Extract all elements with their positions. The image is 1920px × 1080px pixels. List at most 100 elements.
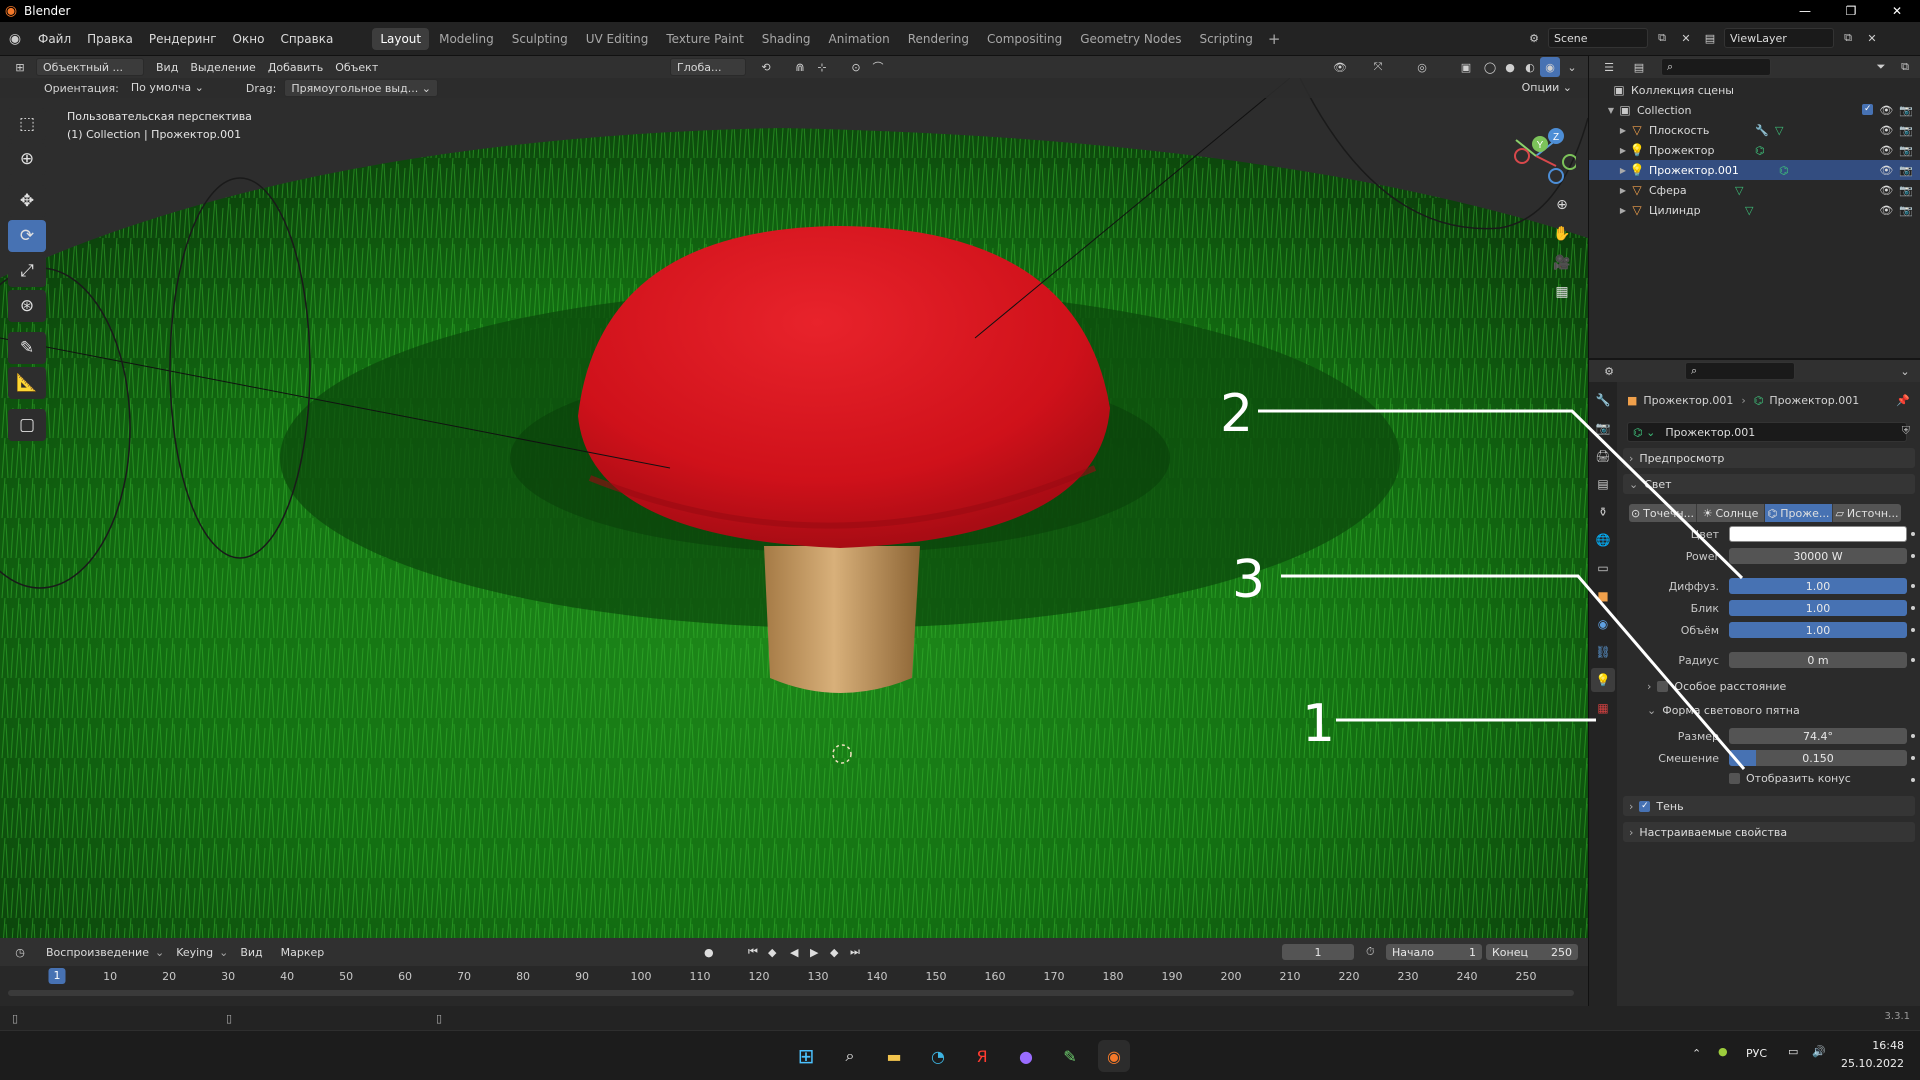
render-camera-icon[interactable]: 📷 [1899, 124, 1913, 137]
outliner-search[interactable]: ⌕ [1661, 58, 1771, 76]
annotate-icon[interactable]: ✎ [8, 332, 46, 364]
display-mode-icon[interactable]: ▤ [1629, 57, 1649, 77]
visibility-eye-icon[interactable]: 👁 [1879, 144, 1893, 157]
close-button[interactable]: ✕ [1874, 0, 1920, 22]
timeline-scrollbar[interactable] [8, 990, 1574, 996]
diffuse-slider[interactable]: 1.00 [1729, 578, 1907, 594]
gizmo-toggle-icon[interactable]: ⤧ [1368, 57, 1388, 77]
filter-icon[interactable]: ⏷ [1871, 57, 1891, 77]
outliner-item-selected[interactable]: ▶ 💡 Прожектор.001 ⌬ 👁 📷 [1589, 160, 1920, 180]
radius-field[interactable]: 0 m [1729, 652, 1907, 668]
camera-view-icon[interactable]: 🎥 [1551, 252, 1573, 274]
scene-tab-icon[interactable]: ⚱ [1591, 500, 1615, 524]
proportional-edit-icon[interactable]: ⊙ [846, 57, 866, 77]
expand-arrow-icon[interactable]: ▼ [1605, 106, 1617, 115]
shading-solid-icon[interactable]: ● [1500, 57, 1520, 77]
zoom-icon[interactable]: ⊕ [1551, 194, 1573, 216]
overlay-toggle-icon[interactable]: ◎ [1412, 57, 1432, 77]
keyframe-dot-icon[interactable] [1911, 532, 1915, 536]
visibility-eye-icon[interactable]: 👁 [1879, 124, 1893, 137]
cursor-icon[interactable]: ⊕ [8, 143, 46, 175]
yandex-browser-icon[interactable]: Я [966, 1040, 998, 1072]
menu-playback[interactable]: Воспроизведение [40, 946, 155, 959]
panel-shadow[interactable]: › ✓ Тень [1623, 796, 1915, 816]
play-reverse-icon[interactable]: ◀ [790, 946, 798, 959]
delete-scene-icon[interactable]: ✕ [1676, 28, 1696, 48]
delete-view-layer-icon[interactable]: ✕ [1862, 28, 1882, 48]
collection-tab-icon[interactable]: ▭ [1591, 556, 1615, 580]
render-camera-icon[interactable]: 📷 [1899, 104, 1913, 117]
new-scene-icon[interactable]: ⧉ [1652, 28, 1672, 48]
minimize-button[interactable]: — [1782, 0, 1828, 22]
keyframe-dot-icon[interactable] [1911, 628, 1915, 632]
blender-taskbar-icon[interactable]: ◉ [1098, 1040, 1130, 1072]
view-layer-selector[interactable]: ViewLayer [1724, 28, 1834, 48]
menu-add[interactable]: Добавить [262, 61, 329, 74]
jump-end-icon[interactable]: ⏭ [850, 945, 860, 959]
options-menu[interactable]: Опции ⌄ [1516, 79, 1578, 97]
visibility-eye-icon[interactable]: 👁 [1879, 184, 1893, 197]
spot-size-field[interactable]: 74.4° [1729, 728, 1907, 744]
outliner-root[interactable]: ▣ Коллекция сцены [1589, 80, 1920, 100]
tab-texture-paint[interactable]: Texture Paint [658, 28, 751, 50]
snap-target-icon[interactable]: ⊹ [812, 57, 832, 77]
notepad-icon[interactable]: ✎ [1054, 1040, 1086, 1072]
tab-animation[interactable]: Animation [821, 28, 898, 50]
grid-view-icon[interactable]: ▦ [1551, 281, 1573, 303]
keyframe-dot-icon[interactable] [1911, 734, 1915, 738]
constraints-tab-icon[interactable]: ⛓ [1591, 640, 1615, 664]
move-icon[interactable]: ✥ [8, 185, 46, 217]
texture-tab-icon[interactable]: ▦ [1591, 696, 1615, 720]
scene-selector[interactable]: Scene [1548, 28, 1648, 48]
tab-scripting[interactable]: Scripting [1191, 28, 1260, 50]
render-camera-icon[interactable]: 📷 [1899, 184, 1913, 197]
scene-icon[interactable]: ⚙ [1524, 28, 1544, 48]
menu-edit[interactable]: Правка [79, 22, 141, 56]
keyframe-dot-icon[interactable] [1911, 658, 1915, 662]
render-tab-icon[interactable]: 📷 [1591, 416, 1615, 440]
output-tab-icon[interactable]: 🖨 [1591, 444, 1615, 468]
panel-light[interactable]: ⌄ Свет [1623, 474, 1915, 494]
pan-hand-icon[interactable]: ✋ [1551, 223, 1573, 245]
next-keyframe-icon[interactable]: ◆ [830, 946, 838, 959]
tab-sculpting[interactable]: Sculpting [504, 28, 576, 50]
tab-geometry-nodes[interactable]: Geometry Nodes [1072, 28, 1189, 50]
snap-icon[interactable]: ⋒ [790, 57, 810, 77]
light-type-point[interactable]: ⊙ Точечн... [1629, 504, 1697, 522]
search-icon[interactable]: ⌕ [834, 1040, 866, 1072]
outliner-item[interactable]: ▶ ▽ Плоскость 🔧 ▽ 👁 📷 [1589, 120, 1920, 140]
tool-tab-icon[interactable]: 🔧 [1591, 388, 1615, 412]
tray-chevron-up-icon[interactable]: ⌃ [1692, 1047, 1701, 1060]
light-type-spot[interactable]: ⌬ Проже... [1765, 504, 1833, 522]
expand-arrow-icon[interactable]: ▶ [1617, 166, 1629, 175]
pin-icon[interactable]: 📌 [1896, 394, 1910, 407]
keyframe-dot-icon[interactable] [1911, 756, 1915, 760]
windows-start-icon[interactable]: ⊞ [790, 1040, 822, 1072]
keyframe-dot-icon[interactable] [1911, 606, 1915, 610]
editor-type-icon[interactable]: ⊞ [10, 57, 30, 77]
object-tab-icon[interactable]: ■ [1591, 584, 1615, 608]
keyframe-dot-icon[interactable] [1911, 584, 1915, 588]
render-camera-icon[interactable]: 📷 [1899, 144, 1913, 157]
menu-file[interactable]: Файл [30, 22, 79, 56]
tab-compositing[interactable]: Compositing [979, 28, 1070, 50]
new-view-layer-icon[interactable]: ⧉ [1838, 28, 1858, 48]
navigation-gizmo[interactable]: Z Y [1496, 116, 1576, 196]
properties-search[interactable]: ⌕ [1685, 362, 1795, 380]
blender-menu-icon[interactable]: ◉ [0, 22, 30, 56]
keyframe-dot-icon[interactable] [1911, 554, 1915, 558]
new-collection-icon[interactable]: ⧉ [1895, 57, 1915, 77]
outliner-item[interactable]: ▶ ▽ Цилиндр ▽ 👁 📷 [1589, 200, 1920, 220]
tab-shading[interactable]: Shading [754, 28, 819, 50]
outliner-collection[interactable]: ▼ ▣ Collection ✓ 👁 📷 [1589, 100, 1920, 120]
tab-rendering[interactable]: Rendering [900, 28, 977, 50]
expand-arrow-icon[interactable]: ▶ [1617, 146, 1629, 155]
world-tab-icon[interactable]: 🌐 [1591, 528, 1615, 552]
add-cube-icon[interactable]: ▢ [8, 409, 46, 441]
orientation-selector[interactable]: По умолча ⌄ [125, 79, 210, 97]
menu-render[interactable]: Рендеринг [141, 22, 225, 56]
shading-material-icon[interactable]: ◐ [1520, 57, 1540, 77]
light-type-sun[interactable]: ☀ Солнце [1697, 504, 1765, 522]
render-camera-icon[interactable]: 📷 [1899, 204, 1913, 217]
volume-slider[interactable]: 1.00 [1729, 622, 1907, 638]
